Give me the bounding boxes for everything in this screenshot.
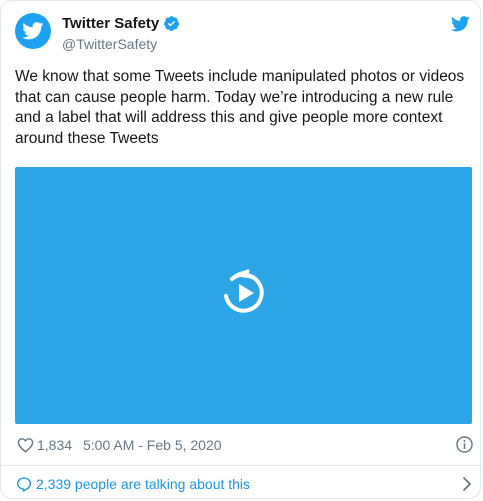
tweet-card: Twitter Safety @TwitterSafety We know th… bbox=[0, 0, 482, 499]
tweet-meta: 1,834 5:00 AM - Feb 5, 2020 bbox=[15, 435, 474, 456]
video-player[interactable] bbox=[15, 167, 472, 424]
conversation-link[interactable]: 2,339 people are talking about this bbox=[15, 474, 472, 494]
info-icon[interactable] bbox=[455, 435, 474, 454]
account-handle[interactable]: @TwitterSafety bbox=[62, 36, 157, 52]
verified-badge-icon bbox=[164, 16, 180, 31]
talking-count-text[interactable]: 2,339 people are talking about this bbox=[36, 476, 250, 492]
tweet-text: We know that some Tweets include manipul… bbox=[15, 68, 465, 147]
twitter-logo-icon[interactable] bbox=[451, 16, 470, 32]
avatar[interactable] bbox=[15, 13, 51, 49]
play-icon[interactable] bbox=[220, 269, 268, 317]
display-name[interactable]: Twitter Safety bbox=[62, 15, 159, 32]
like-count[interactable]: 1,834 bbox=[37, 437, 72, 453]
twitter-bird-icon bbox=[22, 22, 44, 40]
chevron-right-icon[interactable] bbox=[462, 476, 472, 492]
tweet-header: Twitter Safety @TwitterSafety bbox=[15, 13, 470, 57]
speech-bubble-icon bbox=[17, 477, 31, 492]
name-row: Twitter Safety bbox=[62, 15, 180, 32]
heart-icon[interactable] bbox=[17, 437, 34, 453]
timestamp[interactable]: 5:00 AM - Feb 5, 2020 bbox=[83, 437, 222, 453]
divider bbox=[1, 465, 482, 466]
